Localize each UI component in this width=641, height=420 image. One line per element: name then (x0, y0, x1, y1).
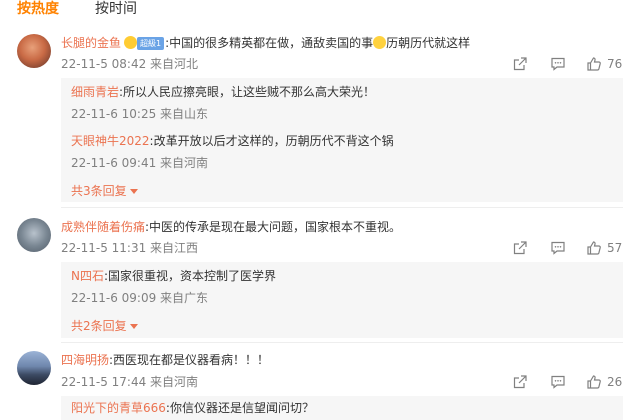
comment-icon (551, 375, 565, 389)
avatar[interactable] (17, 351, 51, 385)
reply-username[interactable]: N四石 (71, 269, 104, 283)
reply-username[interactable]: 阳光下的青草666 (71, 401, 166, 415)
comment-line: 长腿的金鱼 超級1:中国的很多精英都在做，通敌卖国的事 历朝历代就这样 (61, 35, 470, 51)
caret-down-icon (129, 324, 138, 329)
more-replies-link[interactable]: 共3条回复 (71, 183, 138, 199)
like-button[interactable]: 76 (586, 56, 623, 72)
emoji-icon (373, 36, 387, 49)
comment-actions: 76 (512, 56, 623, 72)
reply-item: 阳光下的青草666:你信仪器还是信望闻问切？ (71, 400, 314, 416)
reply-button[interactable] (550, 240, 566, 256)
reply-username[interactable]: 细雨青岩 (71, 85, 119, 99)
sort-tabs: 按热度 按时间 (17, 0, 137, 24)
reply-box: 细雨青岩:所以人民应擦亮眼，让这些贼不那么高大荣光！ 22-11-6 10:25… (61, 78, 623, 202)
thumbs-up-icon (587, 57, 601, 71)
thumbs-up-icon (587, 375, 601, 389)
avatar[interactable] (17, 218, 51, 252)
reply-meta: 22-11-6 09:09 来自广东 (71, 291, 209, 305)
thumbs-up-icon (587, 241, 601, 255)
comment-icon (551, 57, 565, 71)
comment-meta: 22-11-5 11:31 来自江西 (61, 241, 199, 255)
comment-username[interactable]: 长腿的金鱼 (61, 36, 121, 50)
like-button[interactable]: 57 (586, 240, 623, 256)
avatar[interactable] (17, 34, 51, 68)
comment-username[interactable]: 四海明扬 (61, 353, 109, 367)
comment-actions: 57 (512, 240, 623, 256)
reply-item: 天眼神牛2022:改革开放以后才这样的，历朝历代不背这个锅 22-11-6 09… (71, 133, 394, 171)
comment-meta: 22-11-5 08:42 来自河北 (61, 57, 199, 71)
comment-text-continued: 历朝历代就这样 (386, 36, 471, 50)
reply-item: N四石:国家很重视，资本控制了医学界 22-11-6 09:09 来自广东 (71, 268, 276, 306)
share-icon (513, 57, 527, 71)
reply-button[interactable] (550, 374, 566, 390)
divider (61, 342, 623, 343)
comment-meta: 22-11-5 17:44 来自河南 (61, 375, 199, 389)
comment-line: 四海明扬:西医现在都是仪器看病！！！ (61, 352, 269, 368)
like-count: 76 (607, 57, 623, 71)
comment-actions: 26 (512, 374, 623, 390)
reply-username[interactable]: 天眼神牛2022 (71, 134, 150, 148)
comment-line: 成熟伴随着伤痛:中医的传承是现在最大问题，国家根本不重视。 (61, 219, 401, 235)
reply-box: N四石:国家很重视，资本控制了医学界 22-11-6 09:09 来自广东 共2… (61, 262, 623, 338)
more-replies-label: 共3条回复 (71, 184, 127, 198)
share-button[interactable] (512, 374, 528, 390)
reply-text: :改革开放以后才这样的，历朝历代不背这个锅 (149, 134, 394, 148)
reply-meta: 22-11-6 09:41 来自河南 (71, 156, 209, 170)
reply-box: 阳光下的青草666:你信仪器还是信望闻问切？ (61, 396, 623, 420)
share-button[interactable] (512, 240, 528, 256)
more-replies-label: 共2条回复 (71, 319, 127, 333)
like-button[interactable]: 26 (586, 374, 623, 390)
comment-icon (551, 241, 565, 255)
like-count: 26 (607, 375, 623, 389)
badge-icon (124, 36, 138, 49)
comment-text: :中医的传承是现在最大问题，国家根本不重视。 (145, 220, 402, 234)
comment-text: :西医现在都是仪器看病！！！ (109, 353, 270, 367)
comment-username[interactable]: 成熟伴随着伤痛 (61, 220, 145, 234)
reply-button[interactable] (550, 56, 566, 72)
share-icon (513, 375, 527, 389)
comment-text: :中国的很多精英都在做，通敌卖国的事 (165, 36, 374, 50)
tab-by-time[interactable]: 按时间 (95, 0, 137, 18)
divider (61, 207, 623, 208)
caret-down-icon (129, 189, 138, 194)
share-button[interactable] (512, 56, 528, 72)
reply-text: :所以人民应擦亮眼，让这些贼不那么高大荣光！ (119, 85, 376, 99)
reply-meta: 22-11-6 10:25 来自山东 (71, 107, 209, 121)
tab-by-hotness[interactable]: 按热度 (17, 0, 59, 18)
vip-tag: 超級1 (137, 37, 165, 50)
reply-text: :你信仪器还是信望闻问切？ (165, 401, 314, 415)
like-count: 57 (607, 241, 623, 255)
reply-item: 细雨青岩:所以人民应擦亮眼，让这些贼不那么高大荣光！ 22-11-6 10:25… (71, 84, 375, 122)
share-icon (513, 241, 527, 255)
reply-text: :国家很重视，资本控制了医学界 (103, 269, 277, 283)
more-replies-link[interactable]: 共2条回复 (71, 318, 138, 334)
